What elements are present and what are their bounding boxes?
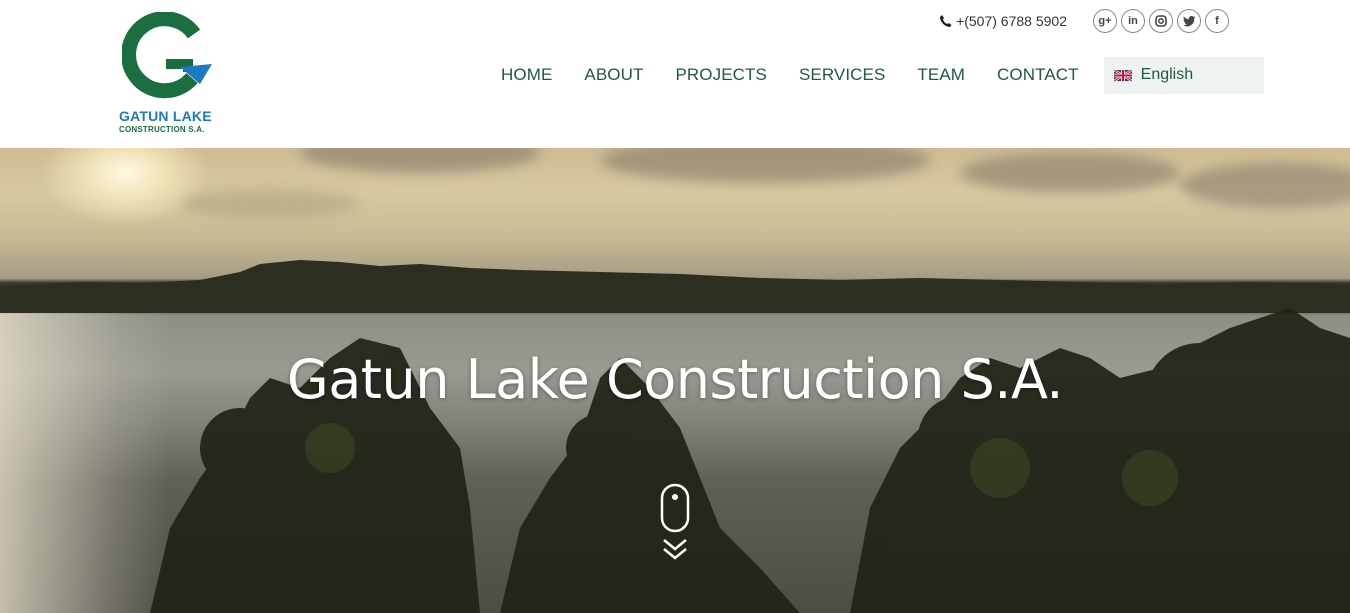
nav-home[interactable]: HOME [485,57,568,93]
uk-flag-icon [1113,69,1132,81]
phone-icon [940,15,952,27]
logo[interactable]: GATUN LAKE CONSTRUCTION S.A. [116,12,220,136]
top-bar: +(507) 6788 5902 g+ in f [939,9,1229,33]
language-selector[interactable]: English [1103,56,1264,94]
nav-team[interactable]: TEAM [901,57,981,93]
logo-title: GATUN LAKE [119,108,212,124]
phone-text: +(507) 6788 5902 [956,13,1067,29]
nav-about[interactable]: ABOUT [568,57,659,93]
google-plus-icon[interactable]: g+ [1093,9,1117,33]
nav-services[interactable]: SERVICES [783,57,901,93]
facebook-icon[interactable]: f [1205,9,1229,33]
social-links: g+ in f [1089,9,1229,33]
logo-subtitle: CONSTRUCTION S.A. [119,125,205,134]
main-nav: HOME ABOUT PROJECTS SERVICES TEAM CONTAC… [485,56,1264,94]
logo-g-icon [122,12,212,99]
twitter-icon[interactable] [1177,9,1201,33]
hero-title: Gatun Lake Construction S.A. [286,348,1064,411]
linkedin-icon[interactable]: in [1121,9,1145,33]
language-label: English [1140,66,1194,83]
scroll-down-icon[interactable] [660,483,690,563]
hero-banner: Gatun Lake Construction S.A. [0,148,1350,613]
phone-number[interactable]: +(507) 6788 5902 [939,13,1067,29]
nav-projects[interactable]: PROJECTS [659,57,782,93]
instagram-icon[interactable] [1149,9,1173,33]
nav-contact[interactable]: CONTACT [981,57,1095,93]
site-header: GATUN LAKE CONSTRUCTION S.A. +(507) 6788… [0,0,1350,148]
